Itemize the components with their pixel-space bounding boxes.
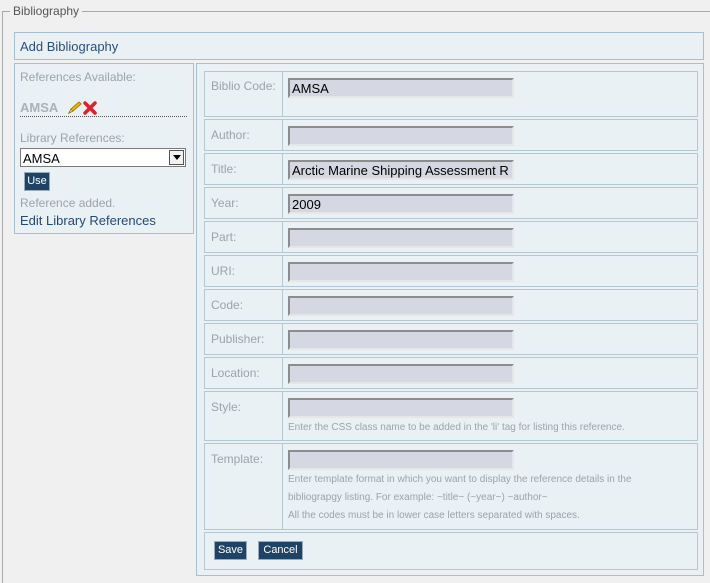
title-input[interactable]: Arctic Marine Shipping Assessment R — [288, 160, 514, 180]
add-bibliography-title: Add Bibliography — [20, 39, 119, 54]
row-code: Code: — [204, 289, 698, 321]
style-input[interactable] — [288, 398, 514, 418]
use-button[interactable]: Use — [24, 172, 50, 191]
style-label: Style: — [211, 400, 242, 414]
style-hint: Enter the CSS class name to be added in … — [288, 422, 625, 433]
author-label: Author: — [211, 128, 250, 142]
location-label: Location: — [211, 366, 260, 380]
code-label: Code: — [211, 298, 244, 312]
title-label: Title: — [211, 162, 237, 176]
save-button[interactable]: Save — [214, 541, 247, 560]
chevron-down-icon[interactable] — [169, 150, 184, 165]
section-legend: Bibliography — [10, 4, 83, 18]
part-label: Part: — [211, 230, 237, 244]
author-input[interactable] — [288, 126, 514, 146]
row-uri: URI: — [204, 255, 698, 287]
row-title: Title: Arctic Marine Shipping Assessment… — [204, 153, 698, 185]
pencil-icon[interactable] — [67, 101, 83, 115]
library-references-label: Library References: — [20, 131, 125, 145]
row-biblio-code: Biblio Code: AMSA — [204, 71, 698, 117]
delete-icon[interactable] — [83, 101, 97, 115]
add-bibliography-bar: Add Bibliography — [14, 32, 704, 60]
row-template: Template: Enter template format in which… — [204, 443, 698, 530]
row-actions: Save Cancel — [204, 532, 698, 570]
row-part: Part: — [204, 221, 698, 253]
biblio-code-input[interactable]: AMSA — [288, 78, 514, 98]
edit-library-references-link[interactable]: Edit Library References — [20, 213, 156, 228]
library-selected-value: AMSA — [23, 151, 60, 166]
publisher-input[interactable] — [288, 330, 514, 350]
code-input[interactable] — [288, 296, 514, 316]
library-references-select[interactable]: AMSA — [20, 148, 186, 167]
uri-label: URI: — [211, 264, 235, 278]
row-author: Author: — [204, 119, 698, 151]
location-input[interactable] — [288, 364, 514, 384]
divider — [20, 116, 187, 117]
year-input[interactable]: 2009 — [288, 194, 514, 214]
row-publisher: Publisher: — [204, 323, 698, 355]
uri-input[interactable] — [288, 262, 514, 282]
template-hint-1: Enter template format in which you want … — [288, 474, 632, 485]
form-panel: Biblio Code: AMSA Author: Title: Arctic … — [196, 63, 704, 576]
available-reference-item: AMSA — [20, 100, 59, 115]
cancel-button[interactable]: Cancel — [258, 541, 303, 560]
row-year: Year: 2009 — [204, 187, 698, 219]
publisher-label: Publisher: — [211, 332, 265, 346]
template-hint-3: All the codes must be in lower case lett… — [288, 510, 580, 521]
template-hint-2: bibliograpgy listing. For example: ~titl… — [288, 492, 548, 503]
year-label: Year: — [211, 196, 239, 210]
left-panel: References Available: AMSA Library Refer… — [14, 63, 194, 234]
biblio-code-label: Biblio Code: — [211, 79, 276, 93]
status-text: Reference added. — [20, 196, 116, 210]
template-input[interactable] — [288, 450, 514, 470]
row-style: Style: Enter the CSS class name to be ad… — [204, 391, 698, 441]
row-location: Location: — [204, 357, 698, 389]
references-available-label: References Available: — [20, 70, 136, 84]
part-input[interactable] — [288, 228, 514, 248]
template-label: Template: — [211, 452, 264, 466]
